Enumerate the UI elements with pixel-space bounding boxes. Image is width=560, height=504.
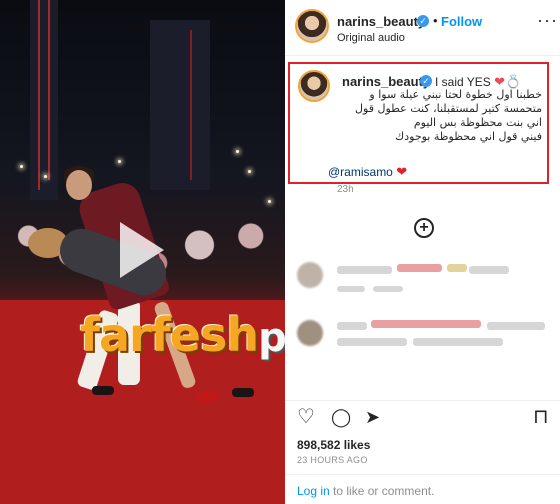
shoe xyxy=(232,388,254,397)
post-media[interactable]: farfeshplus.com xyxy=(0,0,285,504)
post-header: narins_beauty ✓ • Follow Original audio … xyxy=(285,0,560,56)
blurred-text xyxy=(447,264,467,272)
caption-highlight: narins_beauty ✓ I said YES ❤💍 خطبنا اول … xyxy=(288,62,549,184)
audio-label[interactable]: Original audio xyxy=(337,32,405,44)
heart-icon: ❤ xyxy=(396,164,408,179)
blurred-text xyxy=(413,338,503,346)
sparkle-light xyxy=(20,165,23,168)
load-more-comments-icon[interactable]: + xyxy=(414,218,434,238)
login-text: Log in to like or comment. xyxy=(297,484,434,498)
watermark-logo: farfeshplus.com xyxy=(80,308,285,362)
sparkle-light xyxy=(118,160,121,163)
caption-line: خطبنا اول خطوة لحتا نبني عيلة سوا و xyxy=(369,88,542,101)
share-icon[interactable]: ➤ xyxy=(365,407,380,428)
caption-text: I said YES xyxy=(435,75,491,89)
avatar[interactable] xyxy=(295,9,329,43)
blurred-text xyxy=(337,286,365,292)
blurred-text xyxy=(371,320,481,328)
like-icon[interactable]: ♡ xyxy=(297,404,315,429)
post-timestamp: 23 HOURS AGO xyxy=(297,455,368,465)
comment-avatar xyxy=(297,262,323,288)
blurred-text xyxy=(487,322,545,330)
login-prompt: Log in to like or comment. xyxy=(285,474,560,504)
watermark-suffix: plus.com xyxy=(258,315,285,361)
blurred-text xyxy=(337,322,367,330)
comment-icon[interactable]: ◯ xyxy=(331,407,351,428)
play-icon[interactable] xyxy=(120,222,164,278)
tower-light xyxy=(48,0,50,180)
caption-username[interactable]: narins_beauty xyxy=(342,74,430,89)
blurred-comment xyxy=(297,316,557,356)
verified-icon: ✓ xyxy=(417,15,429,27)
like-count[interactable]: 898,582 likes xyxy=(297,438,370,452)
background-tower xyxy=(30,0,58,200)
tower-light xyxy=(190,30,192,180)
caption-arabic: خطبنا اول خطوة لحتا نبني عيلة سوا و متحم… xyxy=(320,88,542,144)
header-username[interactable]: narins_beauty xyxy=(337,14,425,29)
watermark-main: farfesh xyxy=(80,308,259,362)
tower-light xyxy=(38,0,40,190)
post-sidebar: narins_beauty ✓ • Follow Original audio … xyxy=(285,0,560,504)
blurred-comment xyxy=(297,258,557,298)
sparkle-light xyxy=(248,170,251,173)
login-link[interactable]: Log in xyxy=(297,484,330,498)
separator-dot: • xyxy=(433,13,438,28)
action-bar: ♡ ◯ ➤ ⊓ xyxy=(285,400,560,432)
background-tower xyxy=(150,20,210,190)
blurred-text xyxy=(337,338,407,346)
blurred-text xyxy=(397,264,442,272)
caption-time: 23h xyxy=(337,184,354,195)
blurred-text xyxy=(469,266,509,274)
shoe xyxy=(92,386,114,395)
shoe xyxy=(196,392,218,401)
comment-avatar xyxy=(297,320,323,346)
caption-line: متحمسة كتير لمستقبلنا، كنت عطول قول xyxy=(355,102,542,115)
mention-link[interactable]: @ramisamo ❤ xyxy=(328,164,407,180)
blurred-text xyxy=(373,286,403,292)
sparkle-light xyxy=(44,175,47,178)
heart-ring-icon: ❤💍 xyxy=(494,74,522,89)
caption-line: اني بنت محظوظة بس اليوم xyxy=(413,116,542,129)
man-head xyxy=(66,170,92,200)
verified-icon: ✓ xyxy=(420,75,432,87)
save-icon[interactable]: ⊓ xyxy=(533,404,549,429)
sparkle-light xyxy=(236,150,239,153)
more-options-icon[interactable]: ··· xyxy=(537,10,558,31)
login-rest: to like or comment. xyxy=(329,484,435,498)
follow-button[interactable]: Follow xyxy=(441,14,482,29)
caption-line: فيني قول اني محظوظة بوجودك xyxy=(395,130,542,143)
blurred-text xyxy=(337,266,392,274)
mention-text[interactable]: @ramisamo xyxy=(328,165,393,179)
